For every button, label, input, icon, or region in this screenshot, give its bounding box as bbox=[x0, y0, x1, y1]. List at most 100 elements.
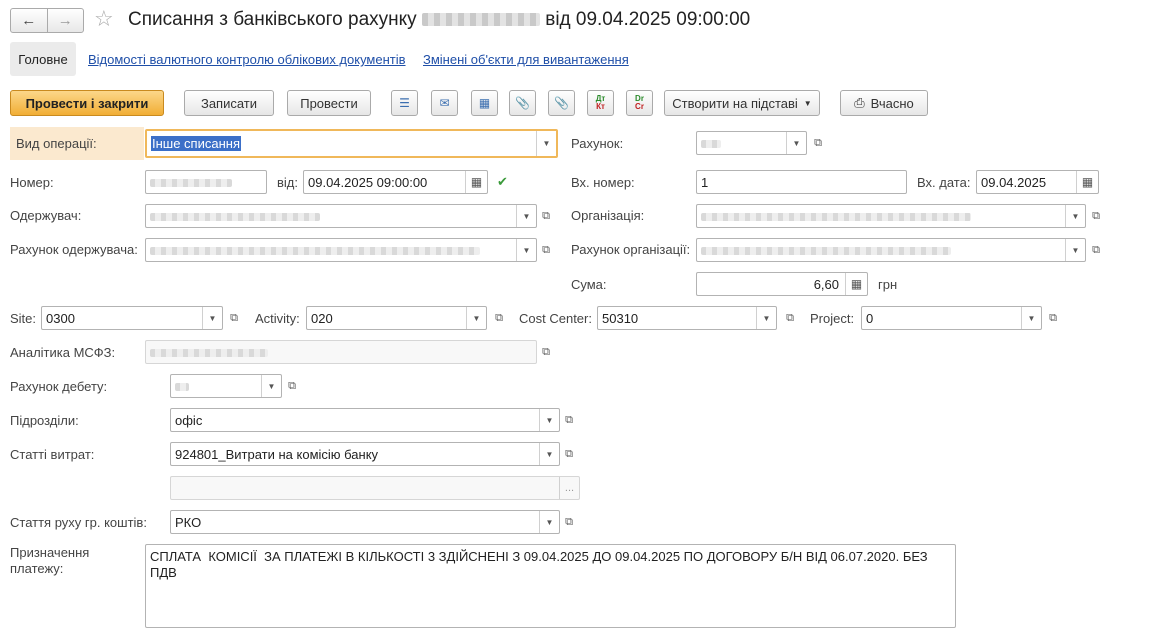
tab-changed-objects[interactable]: Змінені об'єкти для вивантаження bbox=[423, 52, 629, 67]
attachments-icon[interactable]: 📎 bbox=[548, 90, 575, 116]
calendar-icon[interactable]: ▦ bbox=[465, 171, 487, 193]
dropdown-arrow-icon[interactable]: ▼ bbox=[202, 307, 222, 329]
operation-type-select[interactable]: Інше списання ▼ bbox=[145, 129, 558, 158]
in-date-label: Вх. дата: bbox=[917, 175, 971, 190]
comments-icon[interactable]: ✉ bbox=[431, 90, 458, 116]
forward-arrow-icon[interactable]: → bbox=[46, 9, 84, 32]
activity-label: Activity: bbox=[255, 311, 300, 326]
org-account-select[interactable]: ▼ bbox=[696, 238, 1086, 262]
dropdown-arrow-icon[interactable]: ▼ bbox=[536, 131, 556, 156]
chevron-down-icon: ▼ bbox=[803, 98, 812, 108]
project-label: Project: bbox=[810, 311, 855, 326]
dropdown-arrow-icon[interactable]: ▼ bbox=[539, 409, 559, 431]
amount-field[interactable]: 6,60 ▦ bbox=[696, 272, 868, 296]
dropdown-arrow-icon[interactable]: ▼ bbox=[1065, 205, 1085, 227]
post-button[interactable]: Провести bbox=[287, 90, 371, 116]
page-title: Списання з банківського рахунку від 09.0… bbox=[128, 9, 751, 30]
create-based-on-button[interactable]: Створити на підставі ▼ bbox=[664, 90, 820, 116]
dropdown-arrow-icon[interactable]: ▼ bbox=[786, 132, 806, 154]
date-from-label: від: bbox=[277, 175, 298, 190]
open-icon[interactable]: ⧉ bbox=[808, 132, 828, 154]
open-icon[interactable]: ⧉ bbox=[559, 409, 579, 431]
dropdown-arrow-icon[interactable]: ▼ bbox=[261, 375, 281, 397]
organization-label: Організація: bbox=[571, 208, 645, 223]
site-select[interactable]: 0300 ▼ bbox=[41, 306, 223, 330]
organization-select[interactable]: ▼ bbox=[696, 204, 1086, 228]
payment-purpose-label: Призначення платежу: bbox=[10, 545, 90, 576]
cost-center-select[interactable]: 50310 ▼ bbox=[597, 306, 777, 330]
ifrs-analytics-label: Аналітика МСФЗ: bbox=[10, 345, 116, 360]
cash-flow-item-label: Стаття руху гр. коштів: bbox=[10, 515, 147, 530]
checkmark-icon: ✔ bbox=[497, 174, 508, 189]
redacted-account bbox=[421, 13, 540, 27]
open-icon[interactable]: ⧉ bbox=[1086, 205, 1106, 227]
in-number-label: Вх. номер: bbox=[571, 175, 635, 190]
open-icon[interactable]: ⧉ bbox=[1086, 239, 1106, 261]
dropdown-arrow-icon[interactable]: ▼ bbox=[466, 307, 486, 329]
site-label: Site: bbox=[10, 311, 37, 326]
in-date-field[interactable]: 09.04.2025 ▦ bbox=[976, 170, 1099, 194]
dropdown-arrow-icon[interactable]: ▼ bbox=[756, 307, 776, 329]
calendar-icon[interactable]: ▦ bbox=[1076, 171, 1098, 193]
dropdown-arrow-icon[interactable]: ▼ bbox=[539, 511, 559, 533]
date-field[interactable]: 09.04.2025 09:00:00 ▦ bbox=[303, 170, 488, 194]
departments-label: Підрозділи: bbox=[10, 413, 79, 428]
currency-label: грн bbox=[878, 277, 898, 292]
project-select[interactable]: 0 ▼ bbox=[861, 306, 1042, 330]
structure-icon[interactable]: ▦ bbox=[471, 90, 498, 116]
number-label: Номер: bbox=[10, 175, 54, 190]
payment-purpose-textarea[interactable]: СПЛАТА КОМІСІЇ ЗА ПЛАТЕЖІ В КІЛЬКОСТІ 3 … bbox=[145, 544, 956, 628]
recipient-label: Одержувач: bbox=[10, 208, 82, 223]
recipient-select[interactable]: ▼ bbox=[145, 204, 537, 228]
select-button: ... bbox=[559, 477, 579, 499]
cash-flow-item-select[interactable]: РКО ▼ bbox=[170, 510, 560, 534]
tab-currency-control[interactable]: Відомості валютного контролю облікових д… bbox=[88, 52, 406, 67]
open-icon[interactable]: ⧉ bbox=[224, 307, 244, 329]
dropdown-arrow-icon[interactable]: ▼ bbox=[516, 239, 536, 261]
open-icon[interactable]: ⧉ bbox=[489, 307, 509, 329]
dr-cr-postings-icon[interactable]: Dr Cr bbox=[626, 90, 653, 116]
dt-kt-postings-icon[interactable]: Дт Кт bbox=[587, 90, 614, 116]
document-list-icon[interactable]: ☰ bbox=[391, 90, 418, 116]
ifrs-analytics-field[interactable] bbox=[145, 340, 537, 364]
org-account-label: Рахунок організації: bbox=[571, 242, 691, 257]
open-icon[interactable]: ⧉ bbox=[1043, 307, 1063, 329]
open-icon[interactable]: ⧉ bbox=[559, 443, 579, 465]
back-arrow-icon[interactable]: ← bbox=[11, 9, 47, 32]
account-select[interactable]: ▼ bbox=[696, 131, 807, 155]
open-icon[interactable]: ⧉ bbox=[536, 239, 556, 261]
history-nav: ← → bbox=[10, 8, 84, 33]
extra-analytics-field: ... bbox=[170, 476, 580, 500]
cost-center-label: Cost Center: bbox=[519, 311, 592, 326]
open-icon[interactable]: ⧉ bbox=[282, 375, 302, 397]
calculator-icon[interactable]: ▦ bbox=[845, 273, 867, 295]
open-icon[interactable]: ⧉ bbox=[780, 307, 800, 329]
in-number-field[interactable]: 1 bbox=[696, 170, 907, 194]
printer-icon: ⎙ bbox=[854, 95, 865, 110]
number-field[interactable] bbox=[145, 170, 267, 194]
activity-select[interactable]: 020 ▼ bbox=[306, 306, 487, 330]
debit-account-select[interactable]: ▼ bbox=[170, 374, 282, 398]
post-and-close-button[interactable]: Провести і закрити bbox=[10, 90, 164, 116]
open-icon[interactable]: ⧉ bbox=[559, 511, 579, 533]
dropdown-arrow-icon[interactable]: ▼ bbox=[1065, 239, 1085, 261]
expense-items-label: Статті витрат: bbox=[10, 447, 95, 462]
tab-main[interactable]: Головне bbox=[10, 42, 76, 76]
departments-select[interactable]: офіс ▼ bbox=[170, 408, 560, 432]
print-button[interactable]: ⎙ Вчасно bbox=[840, 90, 928, 116]
recipient-account-label: Рахунок одержувача: bbox=[10, 242, 138, 257]
account-label: Рахунок: bbox=[571, 136, 624, 151]
debit-account-label: Рахунок дебету: bbox=[10, 379, 108, 394]
open-icon[interactable]: ⧉ bbox=[536, 205, 556, 227]
attach-icon[interactable]: 📎 bbox=[509, 90, 536, 116]
dropdown-arrow-icon[interactable]: ▼ bbox=[539, 443, 559, 465]
recipient-account-select[interactable]: ▼ bbox=[145, 238, 537, 262]
save-button[interactable]: Записати bbox=[184, 90, 274, 116]
expense-items-select[interactable]: 924801_Витрати на комісію банку ▼ bbox=[170, 442, 560, 466]
amount-label: Сума: bbox=[571, 277, 607, 292]
open-icon[interactable]: ⧉ bbox=[536, 341, 556, 363]
operation-type-label: Вид операції: bbox=[10, 127, 144, 160]
dropdown-arrow-icon[interactable]: ▼ bbox=[516, 205, 536, 227]
dropdown-arrow-icon[interactable]: ▼ bbox=[1021, 307, 1041, 329]
favorite-star-icon[interactable]: ☆ bbox=[94, 6, 114, 32]
